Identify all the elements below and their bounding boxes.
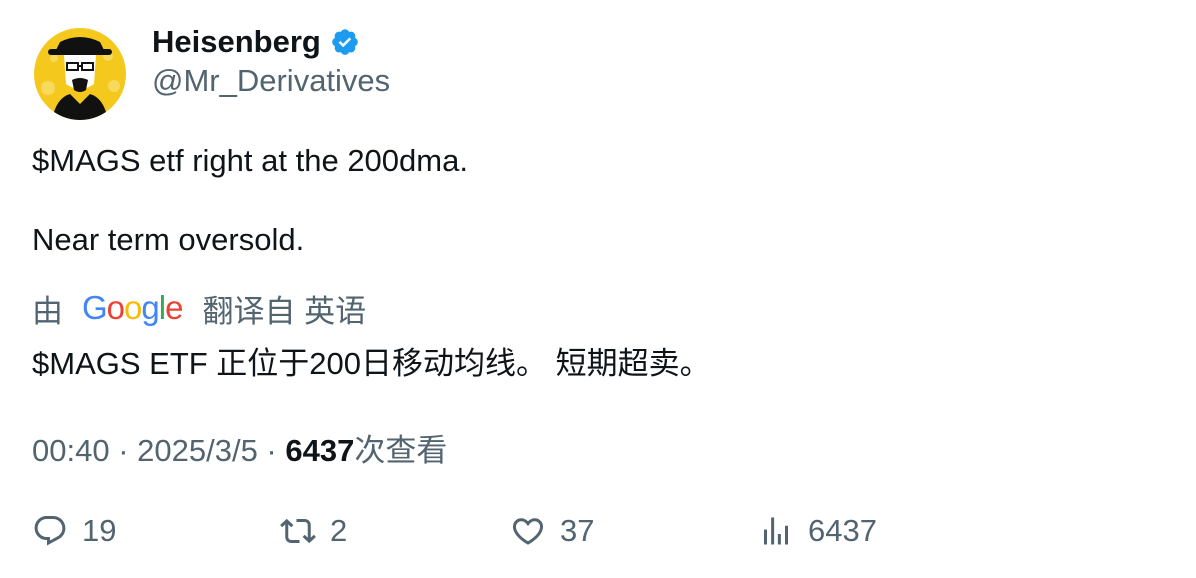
translated-text: $MAGS ETF 正位于200日移动均线。 短期超卖。 <box>32 346 711 381</box>
meta-separator: · <box>109 433 138 468</box>
meta-separator: · <box>257 433 286 468</box>
tweet-text-line-1: $MAGS etf right at the 200dma. <box>32 143 468 178</box>
views-label: 次查看 <box>354 433 448 468</box>
tweet-date[interactable]: 2025/3/5 <box>137 433 258 468</box>
retweet-button[interactable]: 2 <box>280 508 347 554</box>
like-button[interactable]: 37 <box>510 508 594 554</box>
tweet-meta: 00:40 · 2025/3/5 · 6437次查看 <box>32 425 447 470</box>
translated-from-label[interactable]: 翻译自 英语 <box>202 286 366 331</box>
tweet-text-line-2: Near term oversold. <box>32 222 305 257</box>
author-name-row: Heisenberg <box>152 22 360 62</box>
views-action-count: 6437 <box>808 513 877 548</box>
views-count: 6437 <box>285 433 355 468</box>
google-logo: Google <box>82 289 183 326</box>
reply-count: 19 <box>82 513 117 548</box>
author-handle[interactable]: @Mr_Derivatives <box>152 63 390 99</box>
tweet-time[interactable]: 00:40 <box>32 433 110 468</box>
reply-button[interactable]: 19 <box>32 508 116 554</box>
like-count: 37 <box>560 513 595 548</box>
author-name[interactable]: Heisenberg <box>152 24 321 60</box>
analytics-bar-icon <box>764 517 788 545</box>
verified-badge-icon[interactable] <box>330 27 360 57</box>
translated-by-label: 由 <box>32 293 63 329</box>
retweet-icon <box>280 518 316 544</box>
heart-icon <box>512 518 544 545</box>
translation-attribution: 由 Google 翻译自 英语 <box>32 286 366 330</box>
retweet-count: 2 <box>330 513 348 548</box>
heisenberg-portrait-avatar <box>34 28 126 120</box>
views-button[interactable]: 6437 <box>758 508 877 554</box>
reply-icon <box>34 516 66 546</box>
author-avatar[interactable] <box>34 28 126 120</box>
